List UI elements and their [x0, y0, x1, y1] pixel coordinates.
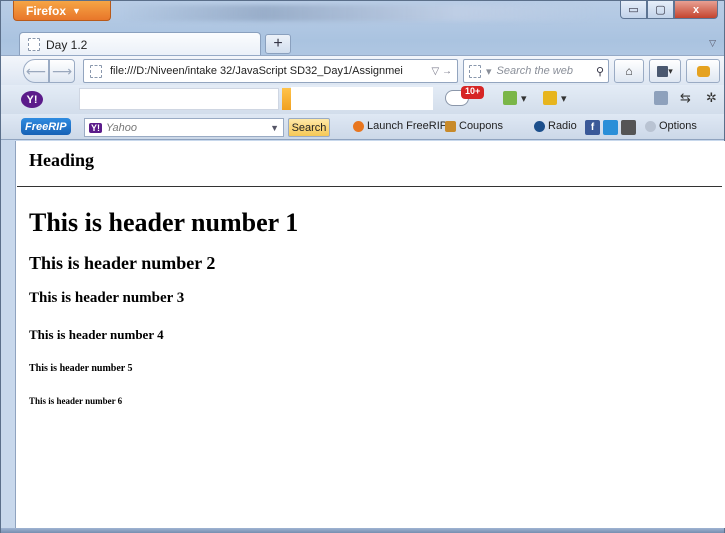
- gear-icon[interactable]: ✲: [706, 90, 717, 106]
- yahoo-chip-icon: Y!: [89, 122, 102, 133]
- back-arrow-icon: ⟵: [25, 62, 47, 79]
- taskbar-edge: [1, 528, 724, 533]
- freerip-toolbar: FreeRIP Y! Yahoo ▼ Search Launch FreeRIP…: [1, 114, 724, 140]
- weather-icon[interactable]: [503, 91, 517, 105]
- yahoo-logo-icon[interactable]: Y!: [21, 91, 43, 108]
- options-button[interactable]: Options: [645, 120, 697, 132]
- bookmark-share-icon[interactable]: [603, 120, 618, 135]
- search-bar[interactable]: ▾ Search the web ⚲: [463, 59, 609, 83]
- header-6: This is header number 6: [29, 396, 123, 406]
- coupons-button[interactable]: Coupons: [445, 120, 503, 132]
- site-identity-icon[interactable]: [90, 64, 102, 78]
- chevron-down-icon: ▼: [270, 122, 279, 133]
- header-4: This is header number 4: [29, 327, 164, 342]
- close-button[interactable]: x: [674, 1, 718, 19]
- redacted-area: [291, 87, 433, 110]
- bookmarks-button[interactable]: ▾: [649, 59, 681, 83]
- yahoo-logo-text: Y!: [26, 93, 38, 106]
- back-forward-group: ⟵ ⟶: [23, 59, 75, 83]
- chevron-down-icon: ▾: [668, 65, 673, 76]
- chevron-down-icon: ▽: [709, 38, 716, 48]
- header-2: This is header number 2: [29, 253, 216, 273]
- coupons-label: Coupons: [459, 120, 504, 132]
- window-controls: ▭ ▢ x: [620, 1, 718, 19]
- url-bar[interactable]: file:///D:/Niveen/intake 32/JavaScript S…: [83, 59, 458, 83]
- radio-label: Radio: [548, 120, 577, 132]
- ebay-icon[interactable]: [543, 91, 557, 105]
- yahoo-search-input[interactable]: [79, 88, 279, 110]
- freerip-launch-icon: [353, 120, 364, 132]
- ebay-dropdown[interactable]: ▾: [561, 92, 567, 105]
- maximize-button[interactable]: ▢: [647, 1, 674, 19]
- navigation-bar: ⟵ ⟶ file:///D:/Niveen/intake 32/JavaScri…: [1, 55, 724, 85]
- search-icon[interactable]: ⚲: [596, 65, 608, 78]
- reader-icon[interactable]: [654, 91, 668, 105]
- page-icon: [28, 38, 40, 51]
- weather-dropdown[interactable]: ▾: [521, 92, 527, 105]
- header-3: This is header number 3: [29, 290, 185, 306]
- firefox-menu-label: Firefox: [26, 3, 67, 18]
- page-content: Heading This is header number 1 This is …: [15, 141, 725, 528]
- google-plus-icon[interactable]: [621, 120, 636, 135]
- new-tab-button[interactable]: +: [265, 34, 291, 54]
- launch-freerip-button[interactable]: Launch FreeRIP: [353, 120, 447, 132]
- url-go-controls[interactable]: ▽ →: [432, 66, 457, 77]
- minimize-button[interactable]: ▭: [620, 1, 647, 19]
- search-placeholder: Search the web: [496, 65, 573, 77]
- firefox-menu-button[interactable]: Firefox ▼: [13, 1, 111, 21]
- facebook-icon[interactable]: f: [585, 120, 600, 135]
- header-5: This is header number 5: [29, 363, 133, 374]
- mail-count-badge: 10+: [461, 86, 485, 99]
- list-all-tabs-button[interactable]: ▽: [709, 38, 716, 49]
- addon-button[interactable]: [686, 59, 720, 83]
- radio-icon: [534, 120, 545, 132]
- radio-button[interactable]: Radio: [534, 120, 577, 132]
- forward-button[interactable]: ⟶: [49, 59, 75, 83]
- title-bar: Firefox ▼ ▭ ▢ x: [1, 1, 724, 29]
- minimize-icon: ▭: [628, 4, 639, 16]
- close-icon: x: [692, 3, 700, 16]
- tab-strip: Day 1.2 + ▽: [1, 29, 724, 56]
- tab-label: Day 1.2: [46, 37, 88, 52]
- maximize-icon: ▢: [655, 4, 666, 16]
- browser-window: Firefox ▼ ▭ ▢ x Day 1.2 + ▽ ⟵ ⟶ file:///…: [0, 0, 725, 533]
- home-button[interactable]: ⌂: [614, 59, 644, 83]
- freerip-logo[interactable]: FreeRIP: [21, 118, 71, 135]
- header-1: This is header number 1: [29, 208, 299, 237]
- options-label: Options: [659, 120, 697, 132]
- freerip-search-button[interactable]: Search: [288, 118, 330, 137]
- social-buttons: f: [585, 120, 636, 135]
- home-icon: ⌂: [625, 64, 633, 78]
- back-button[interactable]: ⟵: [23, 59, 49, 83]
- title-bar-blur: [121, 5, 601, 21]
- search-engine-arrow: ▾: [486, 65, 492, 78]
- freerip-search-placeholder: Yahoo: [106, 121, 137, 134]
- swap-icon[interactable]: ⇆: [680, 90, 691, 106]
- yahoo-toolbar: Y! 10+ ▾ ▾ ⇆ ✲: [1, 85, 724, 114]
- options-icon: [645, 120, 656, 132]
- url-text: file:///D:/Niveen/intake 32/JavaScript S…: [110, 65, 403, 77]
- bookmarks-icon: [657, 65, 669, 77]
- page-heading: Heading: [29, 150, 95, 170]
- tab-day-1-2[interactable]: Day 1.2: [19, 32, 261, 56]
- launch-label: Launch FreeRIP: [367, 120, 448, 132]
- forward-arrow-icon: ⟶: [51, 62, 73, 79]
- addon-icon: [696, 65, 710, 77]
- freerip-search-input[interactable]: Y! Yahoo ▼: [84, 118, 284, 137]
- coupons-icon: [445, 120, 456, 132]
- divider: [17, 186, 722, 187]
- plus-icon: +: [273, 35, 283, 52]
- search-engine-icon[interactable]: [469, 64, 481, 78]
- chevron-down-icon: ▼: [72, 5, 81, 16]
